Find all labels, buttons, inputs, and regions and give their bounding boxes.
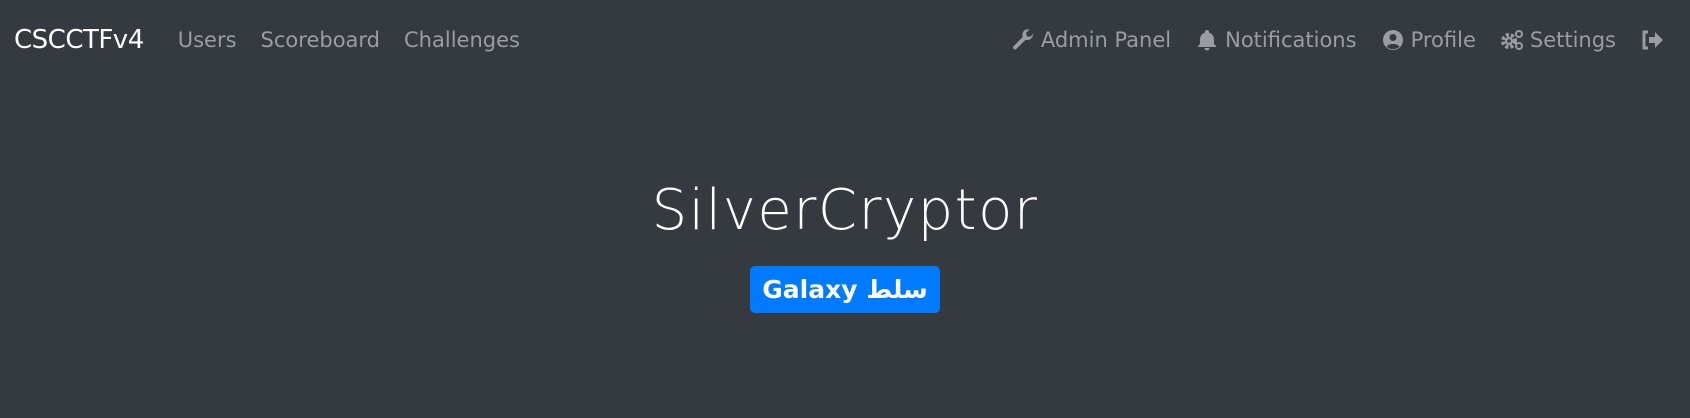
team-badge[interactable]: Galaxy سلط <box>750 266 940 313</box>
bell-icon <box>1198 30 1217 51</box>
cogs-icon <box>1500 30 1523 50</box>
navbar-right: Admin Panel Notifications Profile Settin… <box>999 28 1676 52</box>
nav-scoreboard[interactable]: Scoreboard <box>249 28 392 52</box>
nav-admin-panel[interactable]: Admin Panel <box>999 28 1183 52</box>
sign-out-icon <box>1642 30 1663 50</box>
nav-settings[interactable]: Settings <box>1488 28 1628 52</box>
nav-notifications-label: Notifications <box>1225 28 1357 52</box>
nav-admin-panel-label: Admin Panel <box>1040 28 1172 52</box>
user-circle-icon <box>1382 30 1403 50</box>
badge-container: Galaxy سلط <box>0 266 1690 313</box>
nav-notifications[interactable]: Notifications <box>1183 28 1368 52</box>
profile-name: SilverCryptor <box>651 178 1039 243</box>
nav-users[interactable]: Users <box>166 28 249 52</box>
nav-profile[interactable]: Profile <box>1369 28 1488 52</box>
wrench-icon <box>1012 29 1034 50</box>
nav-settings-label: Settings <box>1529 28 1616 52</box>
navbar: CSCCTFv4 Users Scoreboard Challenges Adm… <box>0 0 1690 80</box>
nav-profile-label: Profile <box>1410 28 1476 52</box>
nav-logout[interactable] <box>1628 28 1676 52</box>
brand-link[interactable]: CSCCTFv4 <box>14 25 144 55</box>
nav-challenges[interactable]: Challenges <box>392 28 532 52</box>
